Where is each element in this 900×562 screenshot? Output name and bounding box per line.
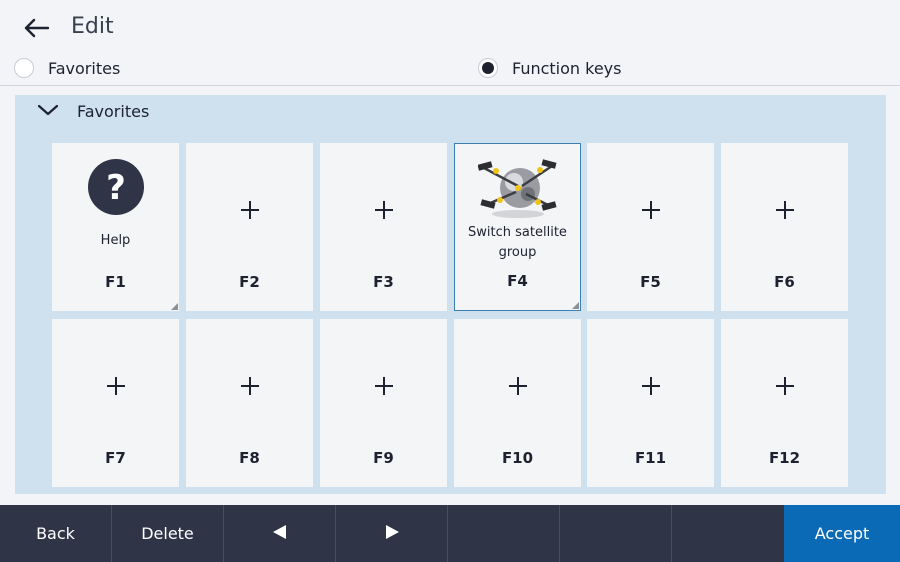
radio-function-keys-label: Function keys: [512, 58, 622, 78]
key-label: Help: [100, 233, 131, 248]
plus-icon: [240, 201, 259, 219]
favorites-panel: Favorites ? Help F1 F2 F3 Switch satelli…: [15, 95, 886, 494]
key-fn-label: F8: [239, 449, 260, 467]
key-fn-label: F4: [507, 272, 528, 290]
panel-title: Favorites: [77, 102, 150, 121]
page-title: Edit: [71, 14, 114, 39]
key-fn-label: F5: [640, 273, 661, 291]
triangle-left-icon: [272, 524, 287, 543]
svg-text:?: ?: [106, 168, 126, 208]
function-key-f2[interactable]: F2: [186, 143, 313, 311]
function-key-f4[interactable]: Switch satellite group F4: [454, 143, 581, 311]
plus-icon: [641, 377, 660, 395]
key-fn-label: F3: [373, 273, 394, 291]
function-key-f1[interactable]: ? Help F1: [52, 143, 179, 311]
plus-icon: [106, 377, 125, 395]
key-fn-label: F9: [373, 449, 394, 467]
plus-icon: [775, 377, 794, 395]
delete-button[interactable]: Delete: [112, 505, 224, 562]
key-label: Switch satellite group: [468, 225, 567, 260]
function-key-f3[interactable]: F3: [320, 143, 447, 311]
radio-favorites[interactable]: Favorites: [14, 58, 120, 78]
accept-button[interactable]: Accept: [784, 505, 900, 562]
back-button[interactable]: Back: [0, 505, 112, 562]
back-arrow-icon[interactable]: [22, 14, 50, 42]
plus-icon: [775, 201, 794, 219]
header: Edit: [0, 0, 900, 56]
satellite-icon: [476, 154, 558, 220]
function-key-f11[interactable]: F11: [587, 319, 714, 487]
plus-icon: [641, 201, 660, 219]
function-key-f9[interactable]: F9: [320, 319, 447, 487]
function-key-f8[interactable]: F8: [186, 319, 313, 487]
function-key-f5[interactable]: F5: [587, 143, 714, 311]
key-fn-label: F10: [501, 449, 534, 467]
key-fn-label: F11: [634, 449, 667, 467]
corner-indicator: [572, 302, 579, 309]
plus-icon: [374, 377, 393, 395]
move-right-button[interactable]: [336, 505, 448, 562]
key-fn-label: F7: [105, 449, 126, 467]
radio-favorites-circle[interactable]: [14, 58, 34, 78]
empty-softkey-5[interactable]: [448, 505, 560, 562]
function-key-f10[interactable]: F10: [454, 319, 581, 487]
plus-icon: [240, 377, 259, 395]
triangle-right-icon: [385, 524, 399, 543]
radio-function-keys[interactable]: Function keys: [478, 58, 621, 78]
plus-icon: [508, 377, 527, 395]
empty-softkey-6[interactable]: [560, 505, 672, 562]
radio-favorites-label: Favorites: [48, 58, 121, 78]
corner-indicator: [171, 303, 178, 310]
help-icon: ?: [86, 157, 146, 217]
favorites-panel-header[interactable]: Favorites: [37, 102, 149, 121]
radio-function-keys-circle[interactable]: [478, 58, 498, 78]
empty-softkey-7[interactable]: [672, 505, 784, 562]
function-key-f6[interactable]: F6: [721, 143, 848, 311]
key-fn-label: F6: [774, 273, 795, 291]
function-key-f12[interactable]: F12: [721, 319, 848, 487]
key-fn-label: F12: [768, 449, 801, 467]
plus-icon: [374, 201, 393, 219]
key-fn-label: F1: [105, 273, 126, 291]
function-key-f7[interactable]: F7: [52, 319, 179, 487]
chevron-down-icon[interactable]: [37, 102, 59, 121]
key-fn-label: F2: [239, 273, 260, 291]
mode-selector: Favorites Function keys: [0, 56, 900, 86]
bottom-toolbar: Back Delete Accept: [0, 505, 900, 562]
move-left-button[interactable]: [224, 505, 336, 562]
